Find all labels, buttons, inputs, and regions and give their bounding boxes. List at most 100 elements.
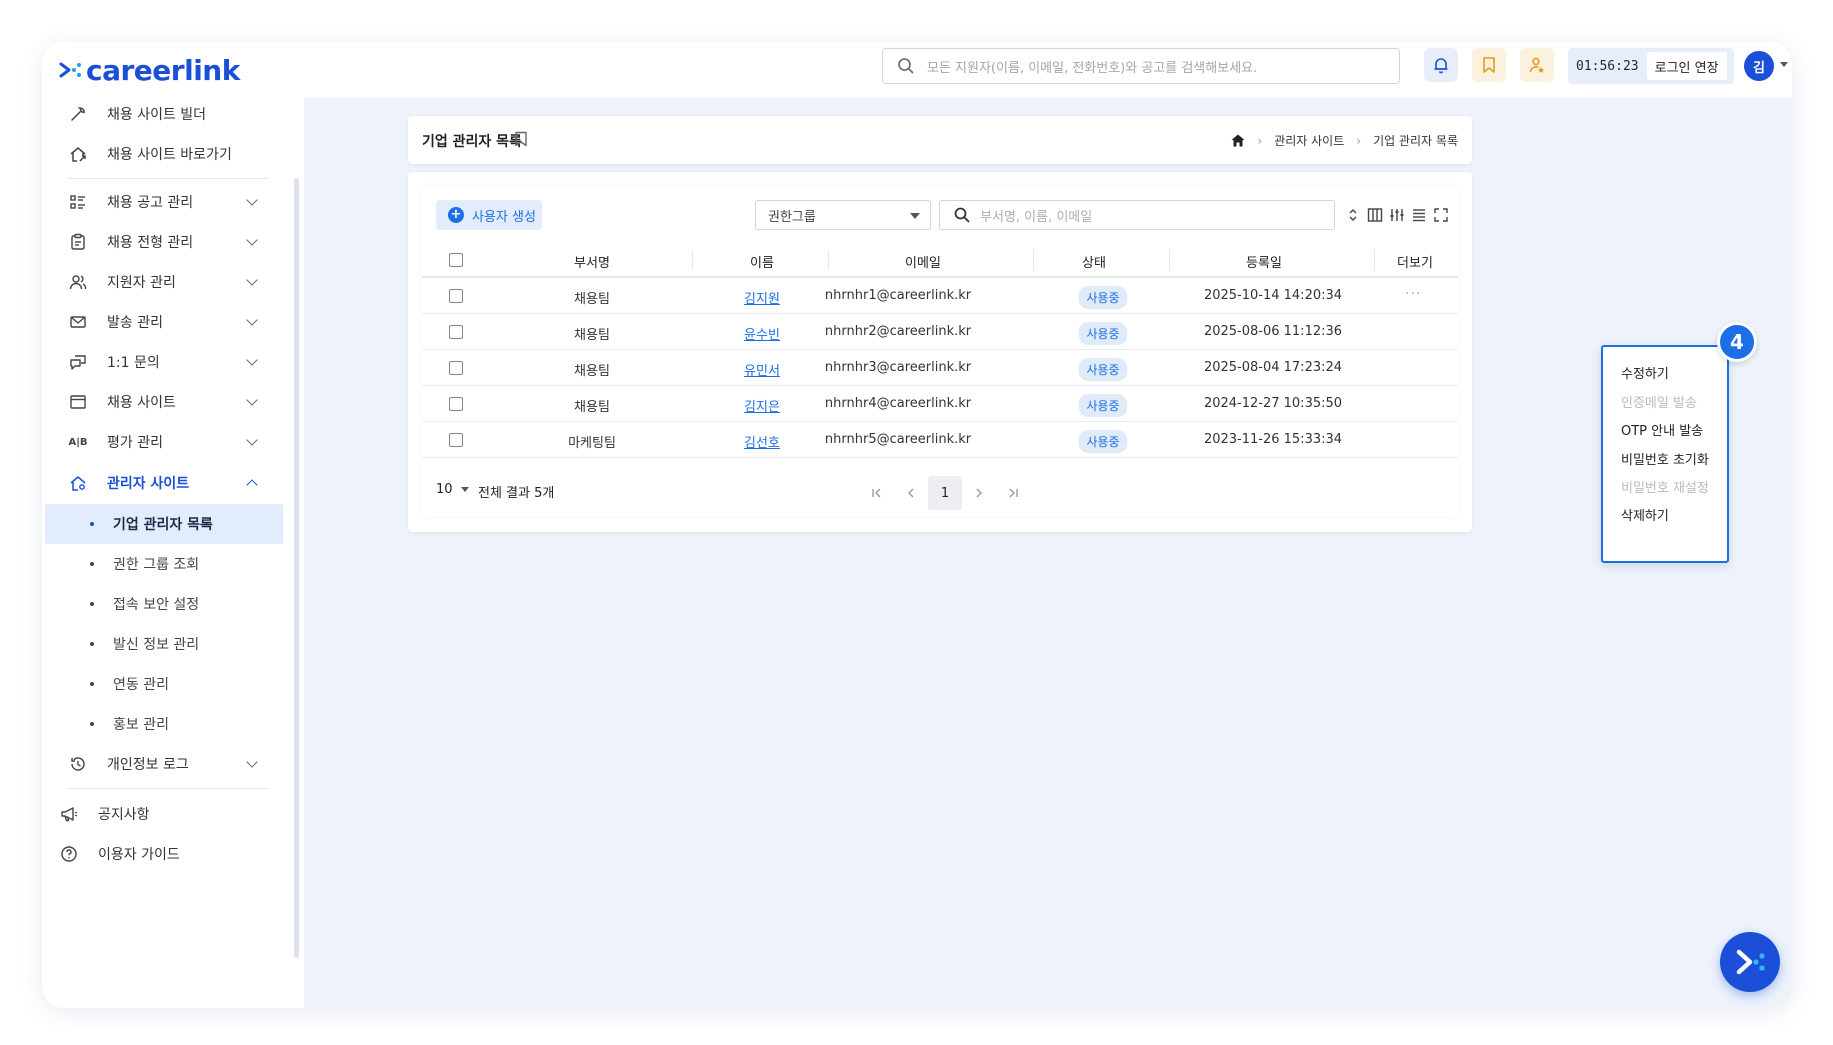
column-divider [1169,250,1170,270]
row-checkbox[interactable] [449,397,463,411]
sidebar-item-site-shortcut[interactable]: 채용 사이트 바로가기 [42,134,282,174]
fullscreen-icon[interactable] [1430,204,1452,226]
more-actions-button[interactable]: ··· [1405,286,1421,302]
menu-item-send-verification: 인증메일 발송 [1621,396,1697,411]
global-search-input[interactable]: 모든 지원자(이름, 이메일, 전화번호)와 공고를 검색해보세요. [882,48,1400,84]
column-divider [692,250,693,270]
sidebar-subitem-integrations[interactable]: 연동 관리 [45,664,283,704]
sidebar-item-job-posts[interactable]: 채용 공고 관리 [42,182,282,222]
row-checkbox[interactable] [449,361,463,375]
permission-group-select[interactable]: 권한그룹 [755,200,931,230]
session-time: 01:56:23 [1576,58,1639,74]
table-header: 부서명 이름 이메일 상태 등록일 더보기 [422,242,1458,278]
menu-item-delete[interactable]: 삭제하기 [1621,505,1669,524]
cell-name-link[interactable]: 김지원 [744,288,780,307]
notifications-button[interactable] [1424,48,1458,82]
last-page-icon[interactable] [996,476,1030,510]
content-card: + 사용자 생성 권한그룹 부서명, 이름, 이메일 부서명 이름 이메일 상태… [408,172,1472,532]
table-row: 채용팀 김지원 nhrnhr1@careerlink.kr 사용중 2025-1… [422,278,1458,314]
chevron-down-icon [246,434,258,446]
breadcrumb-item[interactable]: 관리자 사이트 [1274,132,1344,149]
status-badge: 사용중 [1078,430,1128,453]
sidebar-scrollbar[interactable] [294,178,299,958]
create-user-button[interactable]: + 사용자 생성 [436,200,542,230]
sidebar-item-applicants[interactable]: 지원자 관리 [42,262,282,302]
session-timer: 01:56:23 로그인 연장 [1568,48,1734,84]
sidebar-subitem-company-admins[interactable]: 기업 관리자 목록 [45,504,283,544]
sidebar-item-sending[interactable]: 발송 관리 [42,302,282,342]
table-row: 채용팀 유민서 nhrnhr3@careerlink.kr 사용중 2025-0… [422,350,1458,386]
cell-date: 2025-08-06 11:12:36 [1203,324,1343,339]
cell-date: 2023-11-26 15:33:34 [1203,432,1343,447]
sidebar-item-site-builder[interactable]: 채용 사이트 빌더 [42,94,282,134]
history-icon [68,754,88,774]
sidebar-item-evaluation[interactable]: A|B 평가 관리 [42,422,282,462]
menu-item-edit[interactable]: 수정하기 [1621,363,1669,382]
bullet [90,722,94,726]
columns-icon[interactable] [1364,204,1386,226]
page-number-current[interactable]: 1 [928,476,962,510]
cell-name-link[interactable]: 유민서 [744,360,780,379]
sidebar-item-privacy-log[interactable]: 개인정보 로그 [42,744,282,784]
careerlink-chat-icon [1736,949,1765,975]
sidebar-subitem-access-security[interactable]: 접속 보안 설정 [45,584,283,624]
cell-name-link[interactable]: 김지은 [744,396,780,415]
cell-name-link[interactable]: 윤수빈 [744,324,780,343]
first-page-icon[interactable] [860,476,894,510]
list-icon [68,192,88,212]
sidebar-item-inquiry[interactable]: 1:1 문의 [42,342,282,382]
careerlink-logo[interactable]: careerlink [58,53,240,87]
density-icon[interactable] [1408,204,1430,226]
bookmark-icon[interactable] [514,131,528,147]
bookmarks-button[interactable] [1472,48,1506,82]
ab-icon: A|B [68,436,88,448]
home-icon[interactable] [1231,134,1245,147]
sidebar-item-career-site[interactable]: 채용 사이트 [42,382,282,422]
help-icon [59,844,79,864]
sidebar-item-user-guide[interactable]: 이용자 가이드 [42,834,282,874]
cell-name-link[interactable]: 김선호 [744,432,780,451]
sidebar-subitem-sender-info[interactable]: 발신 정보 관리 [45,624,283,664]
avatar[interactable]: 김 [1744,51,1774,81]
menu-item-send-otp[interactable]: OTP 안내 발송 [1621,420,1703,439]
cell-email: nhrnhr1@careerlink.kr [824,288,972,303]
caret-down-icon [460,487,469,492]
column-header-status[interactable]: 상태 [1082,252,1106,271]
select-all-checkbox[interactable] [449,253,463,267]
table-search-input[interactable]: 부서명, 이름, 이메일 [939,200,1335,230]
sidebar-item-hiring-process[interactable]: 채용 전형 관리 [42,222,282,262]
cell-date: 2025-08-04 17:23:24 [1203,360,1343,375]
page-size-select[interactable]: 10 [436,482,469,497]
sort-toggle-icon[interactable] [1342,204,1364,226]
create-user-label: 사용자 생성 [472,209,536,225]
cell-date: 2024-12-27 10:35:50 [1203,396,1343,411]
row-checkbox[interactable] [449,325,463,339]
row-checkbox[interactable] [449,433,463,447]
column-divider [1374,250,1375,270]
prev-page-icon[interactable] [894,476,928,510]
menu-item-reset-password[interactable]: 비밀번호 초기화 [1621,449,1709,468]
sidebar-item-notices[interactable]: 공지사항 [42,794,282,834]
column-header-dept[interactable]: 부서명 [574,252,610,271]
column-header-email[interactable]: 이메일 [905,252,941,271]
clipboard-icon [68,232,88,252]
sidebar-subitem-permission-groups[interactable]: 권한 그룹 조회 [45,544,283,584]
row-checkbox[interactable] [449,289,463,303]
chevron-down-icon [246,314,258,326]
chevron-down-icon[interactable] [1780,62,1788,67]
home-link-icon [68,144,88,164]
sidebar-item-admin-site[interactable]: 관리자 사이트 [42,463,282,503]
extend-login-button[interactable]: 로그인 연장 [1646,52,1727,80]
chatbot-fab[interactable] [1720,932,1780,992]
next-page-icon[interactable] [962,476,996,510]
cell-dept: 채용팀 [574,364,610,379]
status-badge: 사용중 [1078,358,1128,381]
profile-settings-button[interactable] [1520,48,1554,82]
logo-text: careerlink [86,53,240,87]
sidebar-subitem-promotion[interactable]: 홍보 관리 [45,704,283,744]
app-window: careerlink 모든 지원자(이름, 이메일, 전화번호)와 공고를 검색… [42,42,1792,1008]
column-header-date[interactable]: 등록일 [1246,252,1282,271]
chevron-down-icon [246,194,258,206]
column-header-name[interactable]: 이름 [750,252,774,271]
filter-sliders-icon[interactable] [1386,204,1408,226]
